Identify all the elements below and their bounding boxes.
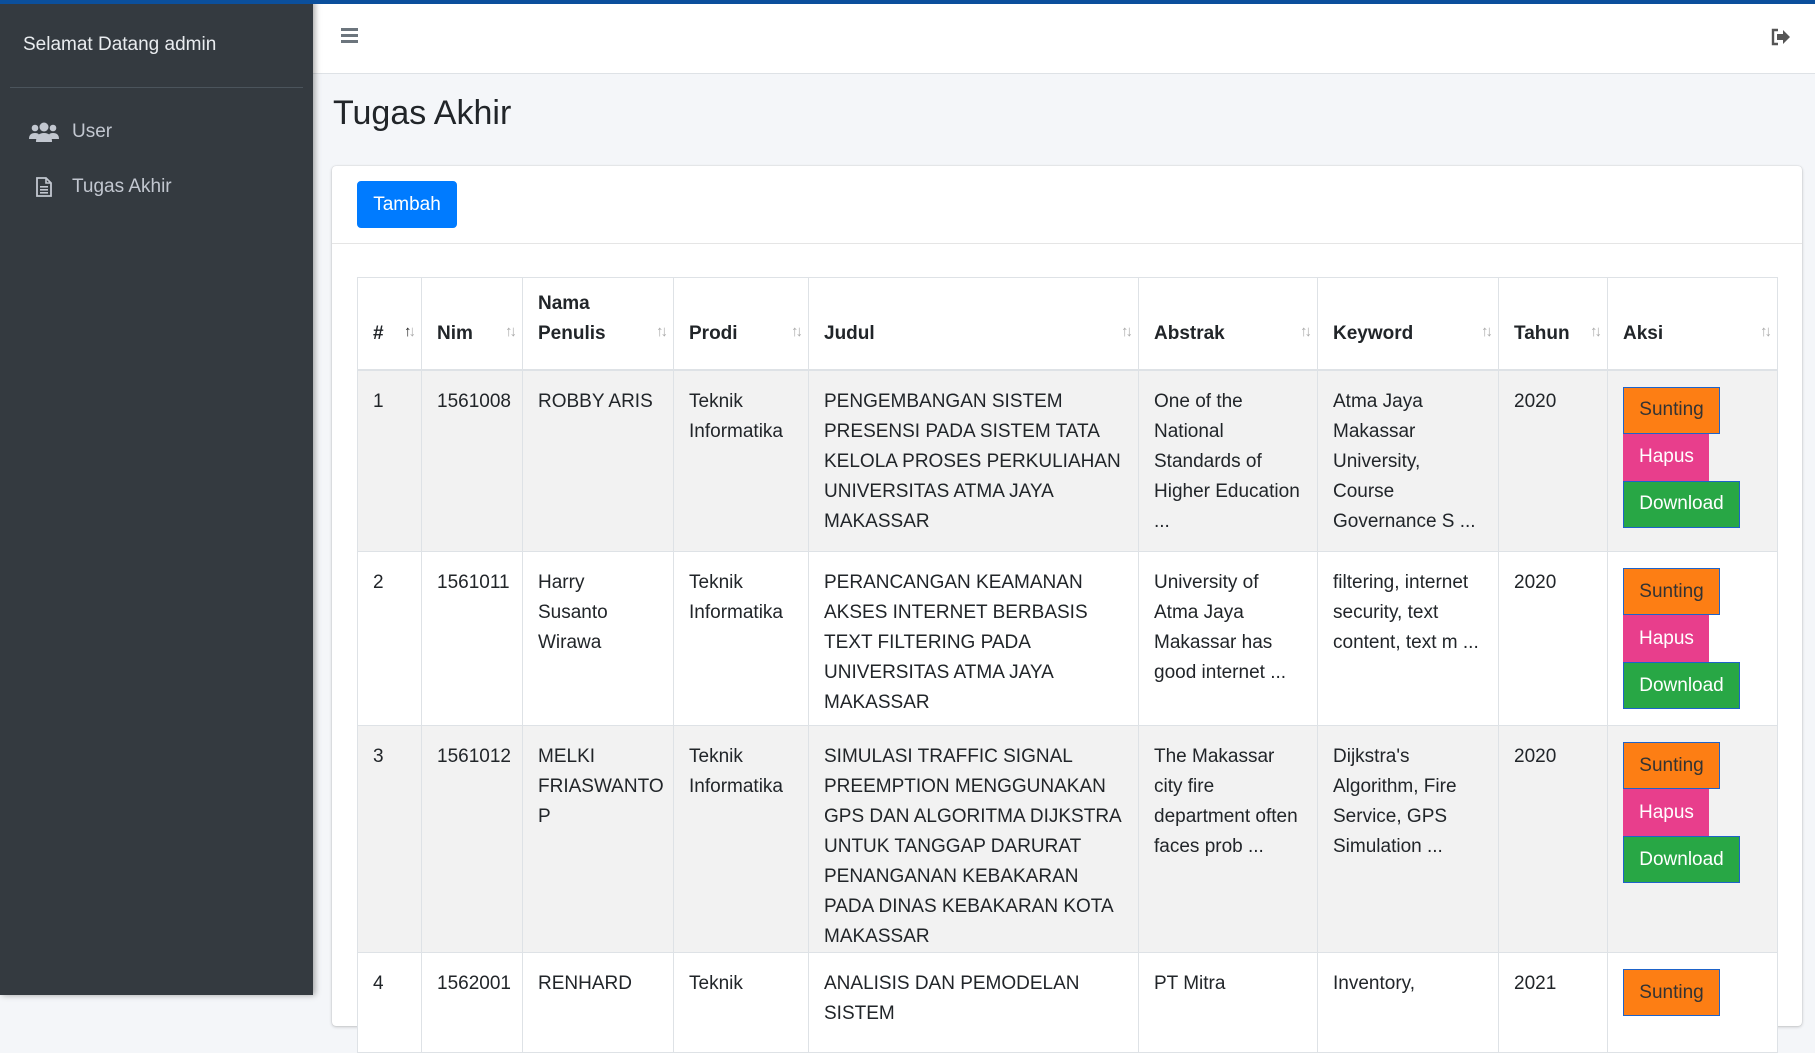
cell-tahun: 2021 (1498, 952, 1608, 1053)
cell-abstrak: University of Atma Jaya Makassar has goo… (1138, 551, 1318, 726)
cell-tahun: 2020 (1498, 725, 1608, 953)
thesis-table: # ↑↓ Nim ↑↓ Nama Penulis ↑↓ Prodi ↑↓ Judul ↑↓… (357, 277, 1778, 1053)
sort-icon: ↑↓ (1590, 322, 1602, 340)
sort-icon: ↑↓ (791, 322, 803, 340)
card-header: Tambah (332, 166, 1802, 244)
users-icon (26, 122, 62, 142)
cell-judul: PERANCANGAN KEAMANAN AKSES INTERNET BERB… (808, 551, 1139, 726)
top-accent-bar (0, 0, 1815, 4)
sort-icon: ↑↓ (404, 322, 416, 340)
welcome-text: Selamat Datang admin (23, 34, 217, 55)
sidebar-item-tugas-akhir[interactable]: Tugas Akhir (26, 165, 291, 209)
page-title: Tugas Akhir (333, 94, 512, 132)
cell-nim: 1561008 (421, 369, 523, 552)
sort-icon: ↑↓ (1121, 322, 1133, 340)
sidebar-item-user[interactable]: User (26, 110, 291, 154)
cell-keyword: Dijkstra's Algorithm, Fire Service, GPS … (1317, 725, 1499, 953)
cell-no: 3 (357, 725, 422, 953)
cell-nama: RENHARD (522, 952, 674, 1053)
col-header-no[interactable]: # ↑↓ (357, 277, 422, 371)
col-header-nim[interactable]: Nim ↑↓ (421, 277, 523, 371)
table-row: 3 1561012 MELKI FRIASWANTO P Teknik Info… (357, 725, 1778, 953)
cell-abstrak: The Makassar city fire department often … (1138, 725, 1318, 953)
edit-button[interactable]: Sunting (1623, 386, 1720, 434)
cell-prodi: Teknik Informatika (673, 369, 809, 552)
cell-no: 1 (357, 369, 422, 552)
cell-nim: 1562001 (421, 952, 523, 1053)
edit-button[interactable]: Sunting (1623, 969, 1720, 1016)
cell-nim: 1561012 (421, 725, 523, 953)
add-button[interactable]: Tambah (357, 181, 457, 228)
cell-aksi: Sunting (1607, 952, 1778, 1053)
col-header-prodi[interactable]: Prodi ↑↓ (673, 277, 809, 371)
table-row: 2 1561011 Harry Susanto Wirawa Teknik In… (357, 551, 1778, 726)
cell-aksi: Sunting Hapus Download (1607, 725, 1778, 953)
sidebar-brand: Selamat Datang admin (10, 0, 303, 88)
edit-button[interactable]: Sunting (1623, 568, 1720, 615)
cell-nama: MELKI FRIASWANTO P (522, 725, 674, 953)
cell-judul: SIMULASI TRAFFIC SIGNAL PREEMPTION MENGG… (808, 725, 1139, 953)
cell-aksi: Sunting Hapus Download (1607, 369, 1778, 552)
hamburger-icon[interactable] (341, 28, 358, 46)
cell-nama: Harry Susanto Wirawa (522, 551, 674, 726)
sort-icon: ↑↓ (656, 322, 668, 340)
col-header-aksi[interactable]: Aksi ↑↓ (1607, 277, 1778, 371)
col-header-abstrak[interactable]: Abstrak ↑↓ (1138, 277, 1318, 371)
cell-prodi: Teknik (673, 952, 809, 1053)
cell-nama: ROBBY ARIS (522, 369, 674, 552)
sidebar: Selamat Datang admin User Tugas Akhir (0, 0, 313, 995)
cell-nim: 1561011 (421, 551, 523, 726)
sidebar-item-label: User (72, 121, 113, 142)
cell-abstrak: PT Mitra (1138, 952, 1318, 1053)
logout-icon[interactable] (1771, 28, 1791, 51)
cell-abstrak: One of the National Standards of Higher … (1138, 369, 1318, 552)
cell-tahun: 2020 (1498, 369, 1608, 552)
sidebar-item-label: Tugas Akhir (72, 176, 172, 197)
cell-prodi: Teknik Informatika (673, 725, 809, 953)
cell-tahun: 2020 (1498, 551, 1608, 726)
sort-icon: ↑↓ (1300, 322, 1312, 340)
edit-button[interactable]: Sunting (1623, 742, 1720, 789)
cell-keyword: Atma Jaya Makassar University, Course Go… (1317, 369, 1499, 552)
sort-icon: ↑↓ (505, 322, 517, 340)
cell-judul: ANALISIS DAN PEMODELAN SISTEM (808, 952, 1139, 1053)
sort-icon: ↑↓ (1760, 322, 1772, 340)
cell-no: 4 (357, 952, 422, 1053)
table-header-row: # ↑↓ Nim ↑↓ Nama Penulis ↑↓ Prodi ↑↓ Judul ↑↓… (357, 277, 1778, 371)
col-header-tahun[interactable]: Tahun ↑↓ (1498, 277, 1608, 371)
delete-button[interactable]: Hapus (1623, 789, 1709, 836)
cell-keyword: Inventory, (1317, 952, 1499, 1053)
cell-keyword: filtering, internet security, text conte… (1317, 551, 1499, 726)
col-header-keyword[interactable]: Keyword ↑↓ (1317, 277, 1499, 371)
delete-button[interactable]: Hapus (1623, 433, 1709, 481)
top-navbar (313, 4, 1815, 74)
download-button[interactable]: Download (1623, 836, 1740, 883)
sort-icon: ↑↓ (1481, 322, 1493, 340)
cell-prodi: Teknik Informatika (673, 551, 809, 726)
download-button[interactable]: Download (1623, 480, 1740, 528)
table-row: 4 1562001 RENHARD Teknik ANALISIS DAN PE… (357, 952, 1778, 1053)
col-header-judul[interactable]: Judul ↑↓ (808, 277, 1139, 371)
cell-aksi: Sunting Hapus Download (1607, 551, 1778, 726)
delete-button[interactable]: Hapus (1623, 615, 1709, 662)
cell-judul: PENGEMBANGAN SISTEM PRESENSI PADA SISTEM… (808, 369, 1139, 552)
col-header-nama-penulis[interactable]: Nama Penulis ↑↓ (522, 277, 674, 371)
download-button[interactable]: Download (1623, 662, 1740, 709)
table-row: 1 1561008 ROBBY ARIS Teknik Informatika … (357, 369, 1778, 552)
cell-no: 2 (357, 551, 422, 726)
file-icon (26, 177, 62, 197)
